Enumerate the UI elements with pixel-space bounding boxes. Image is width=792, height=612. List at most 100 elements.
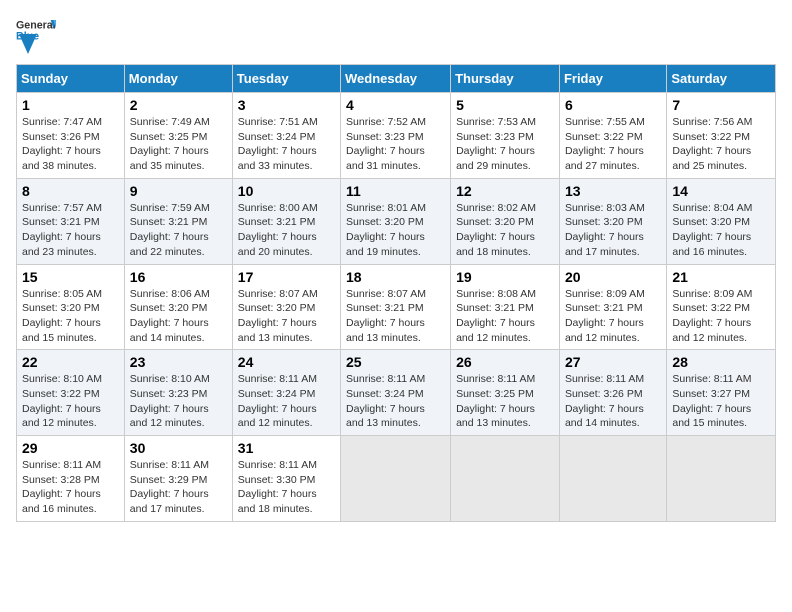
calendar-day-22: 22Sunrise: 8:10 AM Sunset: 3:22 PM Dayli… — [17, 350, 125, 436]
page-header: General Blue — [16, 16, 776, 54]
day-info: Sunrise: 7:52 AM Sunset: 3:23 PM Dayligh… — [346, 115, 445, 174]
day-info: Sunrise: 8:11 AM Sunset: 3:25 PM Dayligh… — [456, 372, 554, 431]
calendar-day-4: 4 Sunrise: 7:52 AM Sunset: 3:23 PM Daylig… — [341, 93, 451, 179]
day-info: Sunrise: 8:03 AM Sunset: 3:20 PM Dayligh… — [565, 201, 661, 260]
calendar-day-15: 15 Sunrise: 8:05 AM Sunset: 3:20 PM Dayli… — [17, 264, 125, 350]
day-number: 13 — [565, 183, 661, 199]
logo-arrow-icon — [19, 34, 37, 54]
calendar-day-20: 20 Sunrise: 8:09 AM Sunset: 3:21 PM Dayli… — [559, 264, 666, 350]
day-number: 27 — [565, 354, 661, 370]
day-info: Sunrise: 8:11 AM Sunset: 3:30 PM Dayligh… — [238, 458, 335, 517]
day-number: 25 — [346, 354, 445, 370]
day-info: Sunrise: 8:06 AM Sunset: 3:20 PM Dayligh… — [130, 287, 227, 346]
day-number: 1 — [22, 97, 119, 113]
empty-cell — [559, 436, 666, 522]
day-number: 17 — [238, 269, 335, 285]
calendar-day-2: 2 Sunrise: 7:49 AM Sunset: 3:25 PM Daylig… — [124, 93, 232, 179]
day-number: 7 — [672, 97, 770, 113]
day-info: Sunrise: 7:47 AM Sunset: 3:26 PM Dayligh… — [22, 115, 119, 174]
day-number: 12 — [456, 183, 554, 199]
day-number: 2 — [130, 97, 227, 113]
calendar-week-1: 1 Sunrise: 7:47 AM Sunset: 3:26 PM Daylig… — [17, 93, 776, 179]
day-number: 4 — [346, 97, 445, 113]
calendar-day-7: 7 Sunrise: 7:56 AM Sunset: 3:22 PM Daylig… — [667, 93, 776, 179]
day-number: 10 — [238, 183, 335, 199]
logo: General Blue — [16, 16, 56, 54]
day-info: Sunrise: 8:01 AM Sunset: 3:20 PM Dayligh… — [346, 201, 445, 260]
calendar-week-4: 22Sunrise: 8:10 AM Sunset: 3:22 PM Dayli… — [17, 350, 776, 436]
day-number: 3 — [238, 97, 335, 113]
day-info: Sunrise: 8:10 AM Sunset: 3:23 PM Dayligh… — [130, 372, 227, 431]
calendar-day-31: 31 Sunrise: 8:11 AM Sunset: 3:30 PM Dayli… — [232, 436, 340, 522]
day-info: Sunrise: 7:57 AM Sunset: 3:21 PM Dayligh… — [22, 201, 119, 260]
col-header-tuesday: Tuesday — [232, 65, 340, 93]
day-info: Sunrise: 8:11 AM Sunset: 3:24 PM Dayligh… — [238, 372, 335, 431]
calendar-day-17: 17 Sunrise: 8:07 AM Sunset: 3:20 PM Dayli… — [232, 264, 340, 350]
day-number: 24 — [238, 354, 335, 370]
calendar-day-25: 25 Sunrise: 8:11 AM Sunset: 3:24 PM Dayli… — [341, 350, 451, 436]
day-info: Sunrise: 7:49 AM Sunset: 3:25 PM Dayligh… — [130, 115, 227, 174]
col-header-saturday: Saturday — [667, 65, 776, 93]
day-info: Sunrise: 8:08 AM Sunset: 3:21 PM Dayligh… — [456, 287, 554, 346]
day-info: Sunrise: 8:11 AM Sunset: 3:24 PM Dayligh… — [346, 372, 445, 431]
day-info: Sunrise: 8:11 AM Sunset: 3:26 PM Dayligh… — [565, 372, 661, 431]
day-number: 21 — [672, 269, 770, 285]
calendar-day-9: 9 Sunrise: 7:59 AM Sunset: 3:21 PM Daylig… — [124, 178, 232, 264]
calendar-day-1: 1 Sunrise: 7:47 AM Sunset: 3:26 PM Daylig… — [17, 93, 125, 179]
day-number: 20 — [565, 269, 661, 285]
day-number: 11 — [346, 183, 445, 199]
empty-cell — [341, 436, 451, 522]
day-info: Sunrise: 7:59 AM Sunset: 3:21 PM Dayligh… — [130, 201, 227, 260]
col-header-friday: Friday — [559, 65, 666, 93]
day-info: Sunrise: 8:07 AM Sunset: 3:21 PM Dayligh… — [346, 287, 445, 346]
day-number: 19 — [456, 269, 554, 285]
col-header-wednesday: Wednesday — [341, 65, 451, 93]
day-info: Sunrise: 8:11 AM Sunset: 3:28 PM Dayligh… — [22, 458, 119, 517]
day-info: Sunrise: 8:11 AM Sunset: 3:27 PM Dayligh… — [672, 372, 770, 431]
calendar-day-21: 21 Sunrise: 8:09 AM Sunset: 3:22 PM Dayli… — [667, 264, 776, 350]
day-number: 22 — [22, 354, 119, 370]
calendar-day-6: 6 Sunrise: 7:55 AM Sunset: 3:22 PM Daylig… — [559, 93, 666, 179]
calendar-day-16: 16 Sunrise: 8:06 AM Sunset: 3:20 PM Dayli… — [124, 264, 232, 350]
calendar-day-10: 10 Sunrise: 8:00 AM Sunset: 3:21 PM Dayli… — [232, 178, 340, 264]
calendar-day-18: 18Sunrise: 8:07 AM Sunset: 3:21 PM Dayli… — [341, 264, 451, 350]
day-number: 23 — [130, 354, 227, 370]
col-header-thursday: Thursday — [451, 65, 560, 93]
day-number: 16 — [130, 269, 227, 285]
calendar-day-8: 8 Sunrise: 7:57 AM Sunset: 3:21 PM Daylig… — [17, 178, 125, 264]
calendar-day-11: 11 Sunrise: 8:01 AM Sunset: 3:20 PM Dayli… — [341, 178, 451, 264]
calendar-day-27: 27 Sunrise: 8:11 AM Sunset: 3:26 PM Dayli… — [559, 350, 666, 436]
empty-cell — [667, 436, 776, 522]
day-info: Sunrise: 7:53 AM Sunset: 3:23 PM Dayligh… — [456, 115, 554, 174]
calendar-day-23: 23 Sunrise: 8:10 AM Sunset: 3:23 PM Dayli… — [124, 350, 232, 436]
calendar-day-14: 14Sunrise: 8:04 AM Sunset: 3:20 PM Dayli… — [667, 178, 776, 264]
day-info: Sunrise: 7:55 AM Sunset: 3:22 PM Dayligh… — [565, 115, 661, 174]
calendar-week-5: 29Sunrise: 8:11 AM Sunset: 3:28 PM Dayli… — [17, 436, 776, 522]
calendar-day-26: 26 Sunrise: 8:11 AM Sunset: 3:25 PM Dayli… — [451, 350, 560, 436]
calendar-day-3: 3Sunrise: 7:51 AM Sunset: 3:24 PM Daylig… — [232, 93, 340, 179]
col-header-sunday: Sunday — [17, 65, 125, 93]
day-info: Sunrise: 7:56 AM Sunset: 3:22 PM Dayligh… — [672, 115, 770, 174]
empty-cell — [451, 436, 560, 522]
day-number: 8 — [22, 183, 119, 199]
day-number: 6 — [565, 97, 661, 113]
day-number: 28 — [672, 354, 770, 370]
calendar-day-24: 24 Sunrise: 8:11 AM Sunset: 3:24 PM Dayli… — [232, 350, 340, 436]
day-number: 9 — [130, 183, 227, 199]
calendar-day-28: 28 Sunrise: 8:11 AM Sunset: 3:27 PM Dayli… — [667, 350, 776, 436]
day-number: 26 — [456, 354, 554, 370]
day-info: Sunrise: 8:09 AM Sunset: 3:21 PM Dayligh… — [565, 287, 661, 346]
day-number: 30 — [130, 440, 227, 456]
calendar-day-29: 29Sunrise: 8:11 AM Sunset: 3:28 PM Dayli… — [17, 436, 125, 522]
day-info: Sunrise: 8:05 AM Sunset: 3:20 PM Dayligh… — [22, 287, 119, 346]
day-number: 31 — [238, 440, 335, 456]
day-info: Sunrise: 8:04 AM Sunset: 3:20 PM Dayligh… — [672, 201, 770, 260]
day-info: Sunrise: 8:00 AM Sunset: 3:21 PM Dayligh… — [238, 201, 335, 260]
day-number: 5 — [456, 97, 554, 113]
day-info: Sunrise: 8:07 AM Sunset: 3:20 PM Dayligh… — [238, 287, 335, 346]
day-number: 15 — [22, 269, 119, 285]
calendar-table: SundayMondayTuesdayWednesdayThursdayFrid… — [16, 64, 776, 522]
calendar-week-2: 8 Sunrise: 7:57 AM Sunset: 3:21 PM Daylig… — [17, 178, 776, 264]
calendar-week-3: 15 Sunrise: 8:05 AM Sunset: 3:20 PM Dayli… — [17, 264, 776, 350]
day-info: Sunrise: 8:09 AM Sunset: 3:22 PM Dayligh… — [672, 287, 770, 346]
